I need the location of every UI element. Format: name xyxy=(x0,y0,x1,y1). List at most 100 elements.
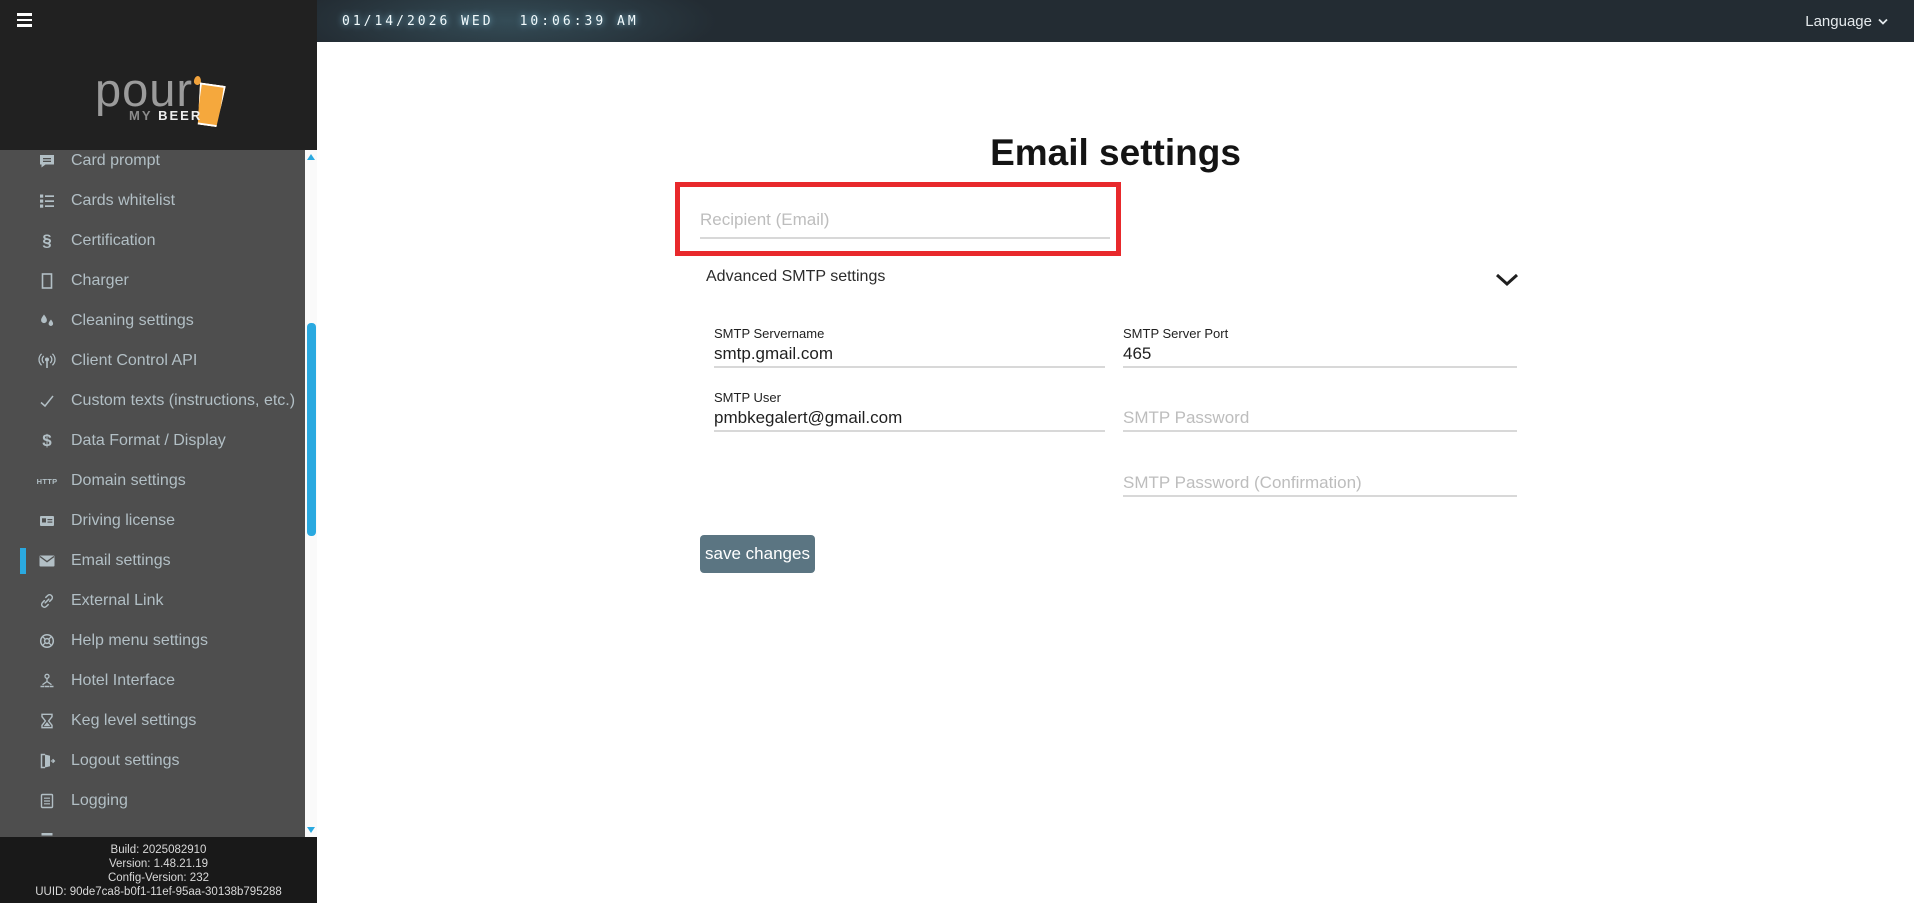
smtp-password-confirmation-input[interactable]: SMTP Password (Confirmation) xyxy=(1123,471,1517,497)
language-label: Language xyxy=(1805,12,1872,30)
sidebar-item-certification[interactable]: § Certification xyxy=(0,221,305,261)
smtp-servername-label: SMTP Servername xyxy=(714,326,825,341)
clock-time: 10:06:39 AM xyxy=(519,13,639,29)
document-icon xyxy=(36,790,58,812)
sidebar-item-data-format-display[interactable]: $ Data Format / Display xyxy=(0,421,305,461)
sidebar-item-custom-texts-instructions-etc[interactable]: Custom texts (instructions, etc.) xyxy=(0,381,305,421)
sidebar-item-label: Data Format / Display xyxy=(71,432,226,449)
smtp-user-input[interactable]: pmbkegalert@gmail.com xyxy=(714,406,1105,432)
indicator-slot xyxy=(20,788,26,814)
app-window: pour MY BEER Card prompt Cards whitelist §… xyxy=(0,0,1914,903)
topbar: 01/14/2026 WED 10:06:39 AM Language xyxy=(317,0,1914,42)
sidebar-item-label: Help menu settings xyxy=(71,632,208,649)
sidebar-item-help-menu-settings[interactable]: Help menu settings xyxy=(0,621,305,661)
sidebar-item-label: Domain settings xyxy=(71,472,186,489)
advanced-smtp-settings-label[interactable]: Advanced SMTP settings xyxy=(706,268,885,286)
hourglass-icon xyxy=(36,710,58,732)
scroll-down-icon[interactable] xyxy=(307,827,315,833)
version-info: Version: 1.48.21.19 xyxy=(108,858,209,870)
broadcast-icon xyxy=(36,350,58,372)
sidebar-item-label: Hotel Interface xyxy=(71,672,176,689)
sidebar-item-cleaning-settings[interactable]: Cleaning settings xyxy=(0,301,305,341)
sidebar-item-label: Charger xyxy=(71,272,129,289)
dollar-icon: $ xyxy=(42,431,52,450)
sidebar-item-keg-level-settings[interactable]: Keg level settings xyxy=(0,701,305,741)
build-info: Build: 2025082910 xyxy=(110,844,207,856)
sidebar-item-label: Logout settings xyxy=(71,752,180,769)
smtp-server-port-label: SMTP Server Port xyxy=(1123,326,1229,341)
link-icon xyxy=(36,590,58,612)
indicator-slot xyxy=(20,188,26,214)
smtp-password-input[interactable]: SMTP Password xyxy=(1123,406,1517,432)
list-icon xyxy=(36,190,58,212)
config-version-info: Config-Version: 232 xyxy=(107,872,209,884)
http-icon: HTTP xyxy=(36,476,58,486)
dash-icon xyxy=(36,830,58,837)
charger-icon xyxy=(36,270,58,292)
sidebar-item-label: Card prompt xyxy=(71,152,160,169)
smtp-servername-input[interactable]: smtp.gmail.com xyxy=(714,342,1105,368)
smtp-server-port-input[interactable]: 465 xyxy=(1123,342,1517,368)
logout-icon xyxy=(36,750,58,772)
indicator-slot xyxy=(20,388,26,414)
sidebar-item-label: Email settings xyxy=(71,552,171,569)
indicator-slot xyxy=(20,828,26,837)
sidebar-scrollbar[interactable] xyxy=(305,150,317,837)
save-changes-button[interactable]: save changes xyxy=(700,535,815,573)
indicator-slot xyxy=(20,150,26,174)
language-dropdown[interactable]: Language xyxy=(1805,0,1888,42)
indicator-slot xyxy=(20,228,26,254)
active-indicator xyxy=(20,548,26,574)
indicator-slot xyxy=(20,468,26,494)
smtp-user-label: SMTP User xyxy=(714,390,781,405)
logo-brand-text: pour xyxy=(95,63,194,116)
sidebar: pour MY BEER Card prompt Cards whitelist §… xyxy=(0,0,317,903)
indicator-slot xyxy=(20,588,26,614)
sidebar-item-label: External Link xyxy=(71,592,164,609)
advanced-section-chevron-down-icon[interactable] xyxy=(1495,273,1519,287)
sidebar-item-partial[interactable] xyxy=(0,821,305,837)
sidebar-item-card-prompt[interactable]: Card prompt xyxy=(0,150,305,181)
clock: 01/14/2026 WED 10:06:39 AM xyxy=(342,14,639,29)
indicator-slot xyxy=(20,348,26,374)
page-title: Email settings xyxy=(990,132,1241,173)
sitemap-icon xyxy=(36,670,58,692)
chevron-down-icon xyxy=(1878,18,1888,25)
hamburger-menu-icon[interactable] xyxy=(17,13,32,30)
scrollbar-thumb[interactable] xyxy=(306,323,316,536)
sidebar-item-domain-settings[interactable]: HTTP Domain settings xyxy=(0,461,305,501)
sidebar-item-label: Logging xyxy=(71,792,128,809)
sidebar-item-cards-whitelist[interactable]: Cards whitelist xyxy=(0,181,305,221)
sidebar-item-logging[interactable]: Logging xyxy=(0,781,305,821)
sidebar-item-external-link[interactable]: External Link xyxy=(0,581,305,621)
sidebar-item-driving-license[interactable]: Driving license xyxy=(0,501,305,541)
main-content: Email settings Recipient (Email) Advance… xyxy=(317,42,1914,903)
envelope-icon xyxy=(36,550,58,572)
indicator-slot xyxy=(20,628,26,654)
section-sign-icon: § xyxy=(42,231,52,250)
checkmark-icon xyxy=(36,390,58,412)
sidebar-item-hotel-interface[interactable]: Hotel Interface xyxy=(0,661,305,701)
indicator-slot xyxy=(20,668,26,694)
indicator-slot xyxy=(20,748,26,774)
sidebar-item-label: Driving license xyxy=(71,512,176,529)
sidebar-item-email-settings[interactable]: Email settings xyxy=(0,541,305,581)
sidebar-item-logout-settings[interactable]: Logout settings xyxy=(0,741,305,781)
uuid-info: UUID: 90de7ca8-b0f1-11ef-95aa-30138b7952… xyxy=(35,886,282,898)
sidebar-logo-area: pour MY BEER xyxy=(0,0,317,150)
indicator-slot xyxy=(20,508,26,534)
pourmybeer-logo: pour MY BEER xyxy=(95,58,245,128)
sidebar-item-label: Certification xyxy=(71,232,156,249)
scroll-up-icon[interactable] xyxy=(307,154,315,160)
clock-date: 01/14/2026 WED xyxy=(342,13,494,29)
sidebar-item-label: Cards whitelist xyxy=(71,192,176,209)
sidebar-item-label: Custom texts (instructions, etc.) xyxy=(71,392,296,409)
sidebar-item-label: Client Control API xyxy=(71,352,198,369)
sidebar-item-label: Cleaning settings xyxy=(71,312,194,329)
indicator-slot xyxy=(20,428,26,454)
recipient-email-input[interactable]: Recipient (Email) xyxy=(700,203,1110,239)
sidebar-item-client-control-api[interactable]: Client Control API xyxy=(0,341,305,381)
sidebar-item-charger[interactable]: Charger xyxy=(0,261,305,301)
drops-icon xyxy=(36,310,58,332)
sidebar-item-label: Keg level settings xyxy=(71,712,197,729)
